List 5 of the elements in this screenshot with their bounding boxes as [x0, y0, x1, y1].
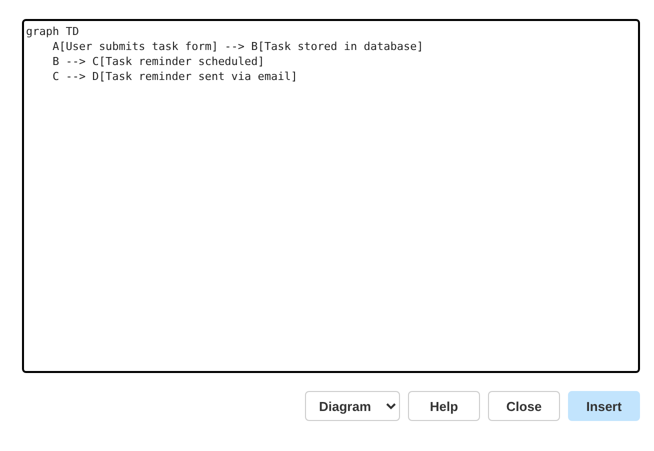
primary-button[interactable]: Insert — [568, 391, 640, 421]
diagram-type-dropdown[interactable]: Diagram — [305, 391, 400, 421]
dialog-button[interactable]: Close — [488, 391, 560, 421]
dialog-button[interactable]: Help — [408, 391, 480, 421]
code-editor[interactable]: graph TD A[User submits task form] --> B[Task stored in database] B --> C[Task reminder scheduled] C --> D[Task reminder sent via email] — [22, 19, 640, 373]
